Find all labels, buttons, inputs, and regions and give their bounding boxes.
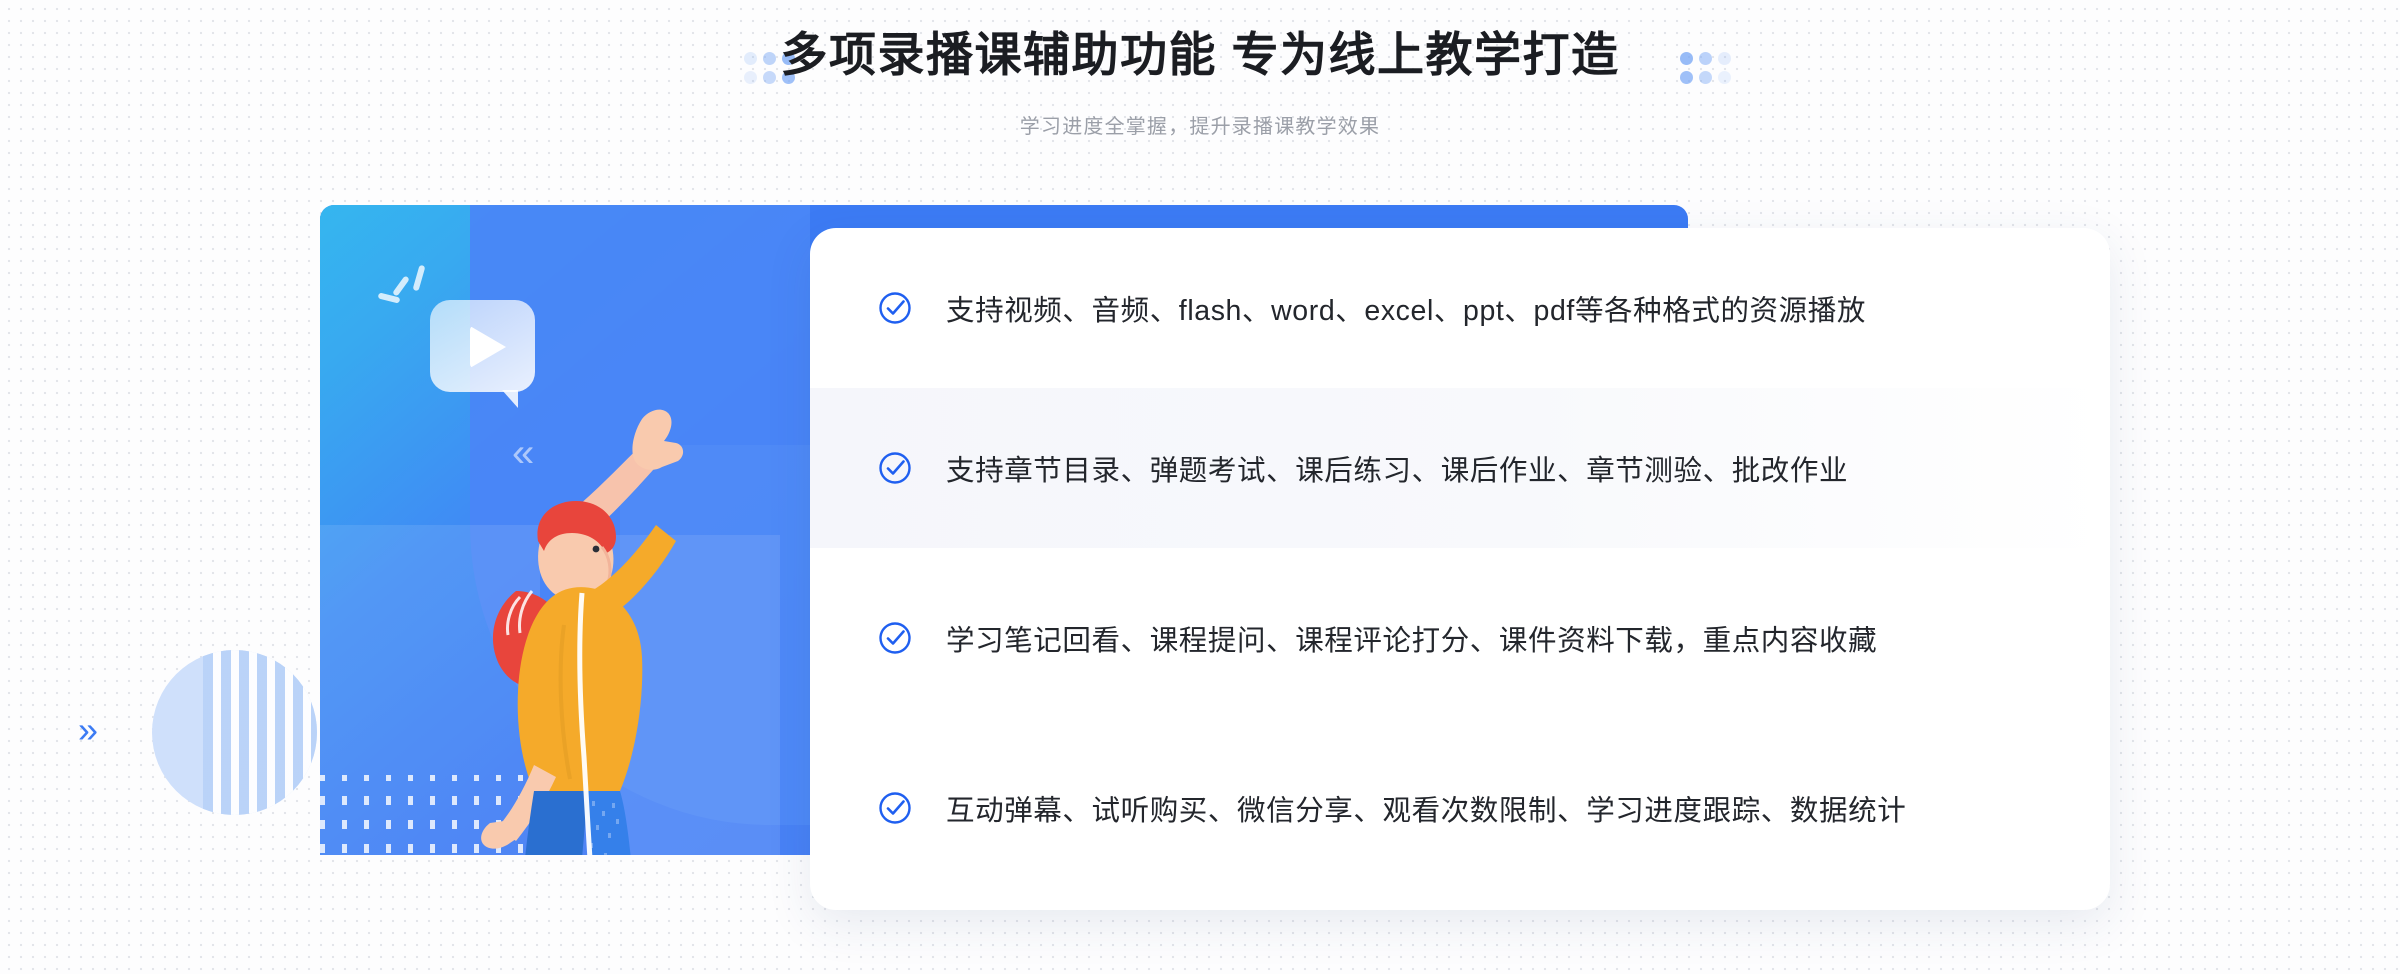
- dot: [1699, 52, 1712, 65]
- feature-label: 互动弹幕、试听购买、微信分享、观看次数限制、学习进度跟踪、数据统计: [946, 794, 1907, 827]
- feature-row[interactable]: 互动弹幕、试听购买、微信分享、观看次数限制、学习进度跟踪、数据统计: [810, 728, 2110, 888]
- dot: [1699, 71, 1712, 84]
- dot: [1718, 71, 1731, 84]
- decorative-dot-cluster-right: [1680, 52, 1731, 84]
- feature-label: 支持章节目录、弹题考试、课后练习、课后作业、章节测验、批改作业: [946, 454, 1849, 487]
- dot: [1680, 52, 1693, 65]
- feature-card: 支持视频、音频、flash、word、excel、ppt、pdf等各种格式的资源…: [810, 228, 2110, 910]
- hero-illustration: «: [320, 205, 810, 855]
- person-illustration: [481, 409, 684, 855]
- feature-row[interactable]: 支持视频、音频、flash、word、excel、ppt、pdf等各种格式的资源…: [810, 228, 2110, 388]
- promo-banner: 多项录播课辅助功能 专为线上教学打造 学习进度全掌握，提升录播课教学效果 « 支…: [0, 0, 2400, 974]
- feature-label: 学习笔记回看、课程提问、课程评论打分、课件资料下载，重点内容收藏: [946, 624, 1878, 657]
- check-circle-icon: [879, 292, 911, 324]
- stripe-texture: [203, 650, 317, 815]
- decorative-striped-circle: [152, 650, 317, 815]
- double-chevron-right-icon: »: [78, 709, 99, 750]
- page-subtitle: 学习进度全掌握，提升录播课教学效果: [1019, 116, 1381, 138]
- feature-label: 支持视频、音频、flash、word、excel、ppt、pdf等各种格式的资源…: [946, 294, 1866, 327]
- check-circle-icon: [879, 792, 911, 824]
- feature-row[interactable]: 支持章节目录、弹题考试、课后练习、课后作业、章节测验、批改作业: [810, 388, 2110, 548]
- dot: [1718, 52, 1731, 65]
- page-title: 多项录播课辅助功能 专为线上教学打造: [780, 28, 1620, 81]
- header: 多项录播课辅助功能 专为线上教学打造 学习进度全掌握，提升录播课教学效果: [0, 0, 2400, 160]
- check-circle-icon: [879, 452, 911, 484]
- check-circle-icon: [879, 622, 911, 654]
- dot: [1680, 71, 1693, 84]
- feature-row[interactable]: 学习笔记回看、课程提问、课程评论打分、课件资料下载，重点内容收藏: [810, 558, 2110, 718]
